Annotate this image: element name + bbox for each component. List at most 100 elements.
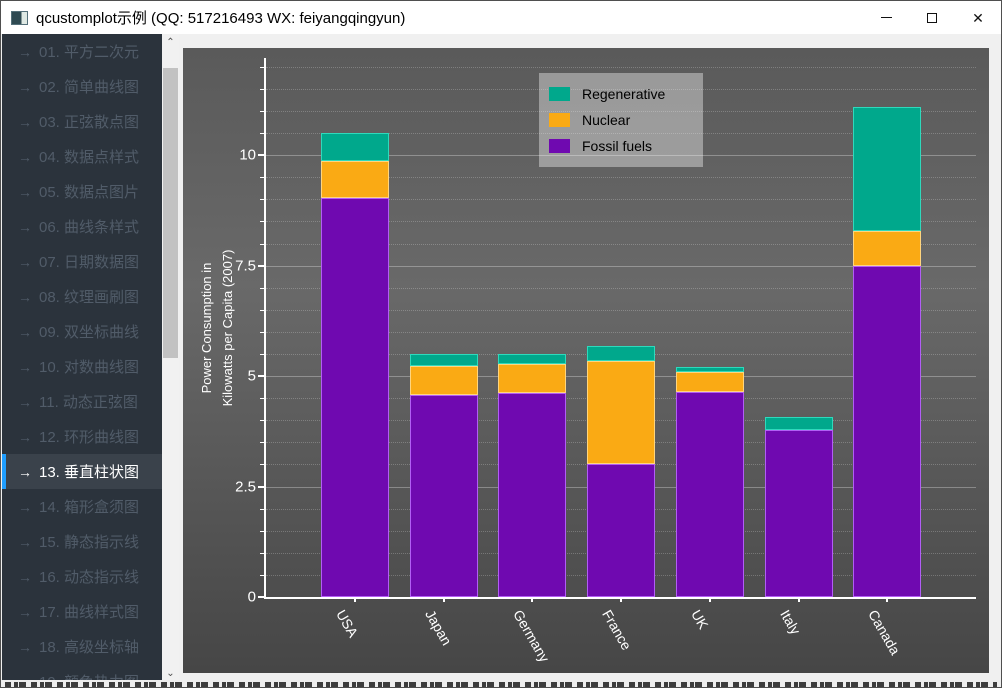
sidebar-item-11[interactable]: →11. 动态正弦图 — [2, 384, 162, 419]
x-tick — [886, 597, 888, 602]
y-subtick — [260, 89, 264, 90]
window-controls: ✕ — [863, 1, 1001, 34]
y-subtick — [260, 288, 264, 289]
scrollbar-thumb[interactable] — [163, 68, 178, 358]
legend-item: Nuclear — [549, 107, 693, 133]
bar-segment-regenerative-japan — [410, 354, 478, 366]
x-tick-label: Canada — [865, 607, 903, 657]
y-subtick — [260, 553, 264, 554]
minimize-icon — [881, 17, 892, 18]
sidebar-item-18[interactable]: →18. 高级坐标轴 — [2, 629, 162, 664]
bar-segment-nuclear-uk — [676, 372, 744, 393]
sidebar-item-label: 13. 垂直柱状图 — [39, 461, 139, 482]
sidebar-item-9[interactable]: →09. 双坐标曲线 — [2, 314, 162, 349]
bar-segment-regenerative-germany — [498, 354, 566, 364]
y-subtick — [260, 420, 264, 421]
arrow-right-icon: → — [18, 569, 32, 585]
sidebar-item-7[interactable]: →07. 日期数据图 — [2, 244, 162, 279]
y-tick — [258, 265, 264, 267]
chart-legend: RegenerativeNuclearFossil fuels — [539, 73, 703, 167]
arrow-right-icon: → — [18, 289, 32, 305]
bar-segment-nuclear-usa — [321, 161, 389, 198]
y-subtick — [260, 133, 264, 134]
sidebar-item-13[interactable]: →13. 垂直柱状图 — [2, 454, 162, 489]
y-tick-label: 0 — [248, 589, 256, 606]
sidebar-item-6[interactable]: →06. 曲线条样式 — [2, 209, 162, 244]
bar-segment-regenerative-italy — [765, 417, 833, 430]
sidebar-item-1[interactable]: →01. 平方二次元 — [2, 34, 162, 69]
arrow-right-icon: → — [18, 604, 32, 620]
y-subtick — [260, 244, 264, 245]
legend-label: Nuclear — [582, 112, 630, 128]
bar-segment-nuclear-france — [587, 361, 655, 463]
legend-swatch-icon — [549, 87, 570, 101]
maximize-button[interactable] — [909, 1, 955, 34]
sidebar-item-label: 17. 曲线样式图 — [39, 601, 139, 622]
y-subgridline — [266, 67, 976, 68]
sidebar-item-4[interactable]: → 04. 数据点样式 — [2, 139, 162, 174]
y-subtick — [260, 111, 264, 112]
close-icon: ✕ — [972, 11, 984, 25]
app-window: qcustomplot示例 (QQ: 517216493 WX: feiyang… — [0, 0, 1002, 688]
close-button[interactable]: ✕ — [955, 1, 1001, 34]
y-subtick — [260, 398, 264, 399]
bar-chart-canvas[interactable]: 02.557.510Power Consumption in Kilowatts… — [183, 48, 989, 673]
y-subtick — [260, 575, 264, 576]
minimize-button[interactable] — [863, 1, 909, 34]
sidebar-item-5[interactable]: →05. 数据点图片 — [2, 174, 162, 209]
titlebar[interactable]: qcustomplot示例 (QQ: 517216493 WX: feiyang… — [1, 1, 1001, 34]
sidebar-item-label: 10. 对数曲线图 — [39, 356, 139, 377]
y-subtick — [260, 221, 264, 222]
y-axis-line — [264, 58, 266, 597]
sidebar: →01. 平方二次元→02. 简单曲线图→03. 正弦散点图→04. 数据点样式… — [2, 34, 179, 682]
sidebar-scrollbar[interactable]: ⌃ ⌄ — [162, 34, 179, 682]
sidebar-item-label: 04. 数据点样式 — [39, 146, 139, 167]
scroll-up-icon[interactable]: ⌃ — [162, 34, 179, 51]
bar-segment-fossil-fuels-france — [587, 464, 655, 597]
legend-item: Fossil fuels — [549, 133, 693, 159]
sidebar-item-8[interactable]: →08. 纹理画刷图 — [2, 279, 162, 314]
window-title: qcustomplot示例 (QQ: 517216493 WX: feiyang… — [36, 7, 405, 28]
sidebar-item-label: 02. 简单曲线图 — [39, 76, 139, 97]
sidebar-item-label: 16. 动态指示线 — [39, 566, 139, 587]
y-tick-label: 2.5 — [235, 478, 256, 495]
sidebar-item-12[interactable]: →12. 环形曲线图 — [2, 419, 162, 454]
bar-segment-fossil-fuels-germany — [498, 393, 566, 597]
y-tick — [258, 375, 264, 377]
x-tick-label: Italy — [777, 607, 804, 637]
sidebar-item-label: 05. 数据点图片 — [39, 181, 139, 202]
x-tick — [443, 597, 445, 602]
sidebar-item-14[interactable]: →14. 箱形盒须图 — [2, 489, 162, 524]
x-tick-label: Germany — [510, 607, 553, 665]
sidebar-item-label: 14. 箱形盒须图 — [39, 496, 139, 517]
bar-segment-fossil-fuels-uk — [676, 392, 744, 597]
sidebar-item-16[interactable]: → 16. 动态指示线 — [2, 559, 162, 594]
y-subtick — [260, 442, 264, 443]
sidebar-item-2[interactable]: →02. 简单曲线图 — [2, 69, 162, 104]
sidebar-item-3[interactable]: →03. 正弦散点图 — [2, 104, 162, 139]
sidebar-item-label: 11. 动态正弦图 — [39, 391, 138, 412]
arrow-right-icon: → — [18, 149, 32, 165]
arrow-right-icon: → — [18, 219, 32, 235]
y-subtick — [260, 531, 264, 532]
y-subtick — [260, 509, 264, 510]
bar-segment-regenerative-usa — [321, 133, 389, 161]
sidebar-item-10[interactable]: →10. 对数曲线图 — [2, 349, 162, 384]
y-subtick — [260, 354, 264, 355]
arrow-right-icon: → — [18, 114, 32, 130]
x-tick — [354, 597, 356, 602]
sidebar-item-label: 09. 双坐标曲线 — [39, 321, 139, 342]
x-tick-label: UK — [688, 607, 712, 632]
bar-segment-fossil-fuels-canada — [853, 266, 921, 597]
bar-segment-regenerative-canada — [853, 107, 921, 231]
clipped-bottom-text — [1, 680, 1001, 687]
sidebar-item-15[interactable]: →15. 静态指示线 — [2, 524, 162, 559]
bar-segment-nuclear-japan — [410, 366, 478, 395]
bar-segment-regenerative-uk — [676, 367, 744, 371]
arrow-right-icon: → — [18, 44, 32, 60]
y-subtick — [260, 310, 264, 311]
y-subtick — [260, 199, 264, 200]
y-subtick — [260, 177, 264, 178]
sidebar-item-17[interactable]: → 17. 曲线样式图 — [2, 594, 162, 629]
arrow-right-icon: → — [18, 534, 32, 550]
